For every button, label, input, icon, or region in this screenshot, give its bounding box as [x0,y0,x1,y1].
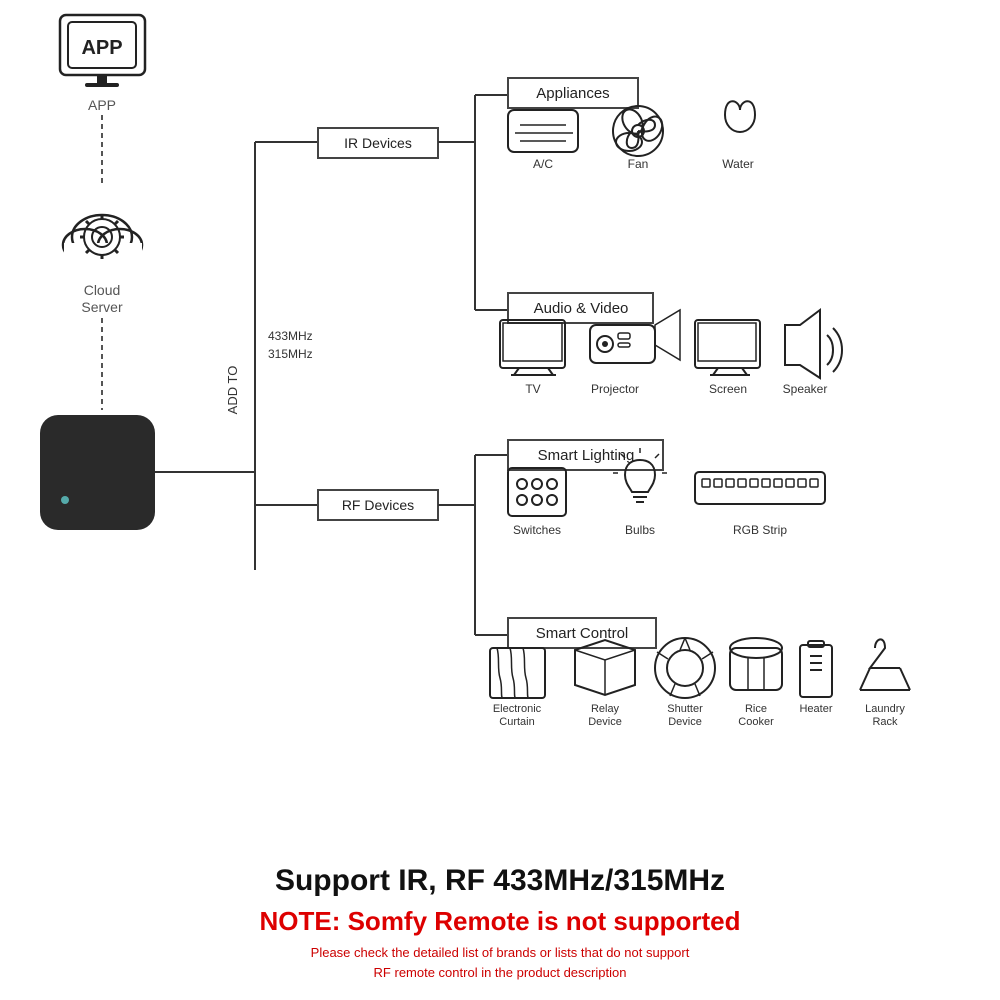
svg-text:Appliances: Appliances [536,85,609,102]
svg-text:Cooker: Cooker [738,716,774,728]
svg-text:Rice: Rice [745,703,767,715]
svg-text:IR Devices: IR Devices [344,135,412,151]
svg-text:Audio & Video: Audio & Video [534,300,629,317]
svg-text:Server: Server [81,299,123,315]
svg-text:APP: APP [88,97,116,113]
svg-text:Laundry: Laundry [865,703,905,715]
svg-text:Speaker: Speaker [783,382,828,396]
svg-text:Heater: Heater [799,703,832,715]
svg-text:Smart Control: Smart Control [536,625,629,642]
svg-text:Switches: Switches [513,523,561,537]
svg-text:Device: Device [588,716,622,728]
svg-text:ADD TO: ADD TO [225,366,240,415]
svg-text:RF Devices: RF Devices [342,497,414,513]
svg-text:Relay: Relay [591,703,620,715]
page-container: APP APP Cloud Serv [0,0,1000,1000]
svg-text:433MHz: 433MHz [268,329,313,343]
sub-text: Please check the detailed list of brands… [30,943,970,982]
svg-text:A/C: A/C [533,157,553,171]
support-text: Support IR, RF 433MHz/315MHz [30,864,970,898]
svg-text:Curtain: Curtain [499,716,534,728]
diagram-svg: APP APP Cloud Serv [0,0,1000,800]
bottom-section: Support IR, RF 433MHz/315MHz NOTE: Somfy… [0,864,1000,982]
svg-text:Screen: Screen [709,382,747,396]
svg-text:Device: Device [668,716,702,728]
svg-text:Cloud: Cloud [84,282,121,298]
svg-text:315MHz: 315MHz [268,347,313,361]
svg-text:Electronic: Electronic [493,703,542,715]
svg-text:TV: TV [525,382,540,396]
svg-text:Smart Lighting: Smart Lighting [538,447,635,464]
svg-text:Projector: Projector [591,382,639,396]
svg-text:RGB Strip: RGB Strip [733,523,787,537]
svg-text:Fan: Fan [628,157,649,171]
note-text: NOTE: Somfy Remote is not supported [30,906,970,937]
svg-text:Shutter: Shutter [667,703,703,715]
svg-text:Bulbs: Bulbs [625,523,655,537]
svg-text:Water: Water [722,157,754,171]
svg-text:Rack: Rack [872,716,898,728]
svg-text:APP: APP [81,37,122,59]
